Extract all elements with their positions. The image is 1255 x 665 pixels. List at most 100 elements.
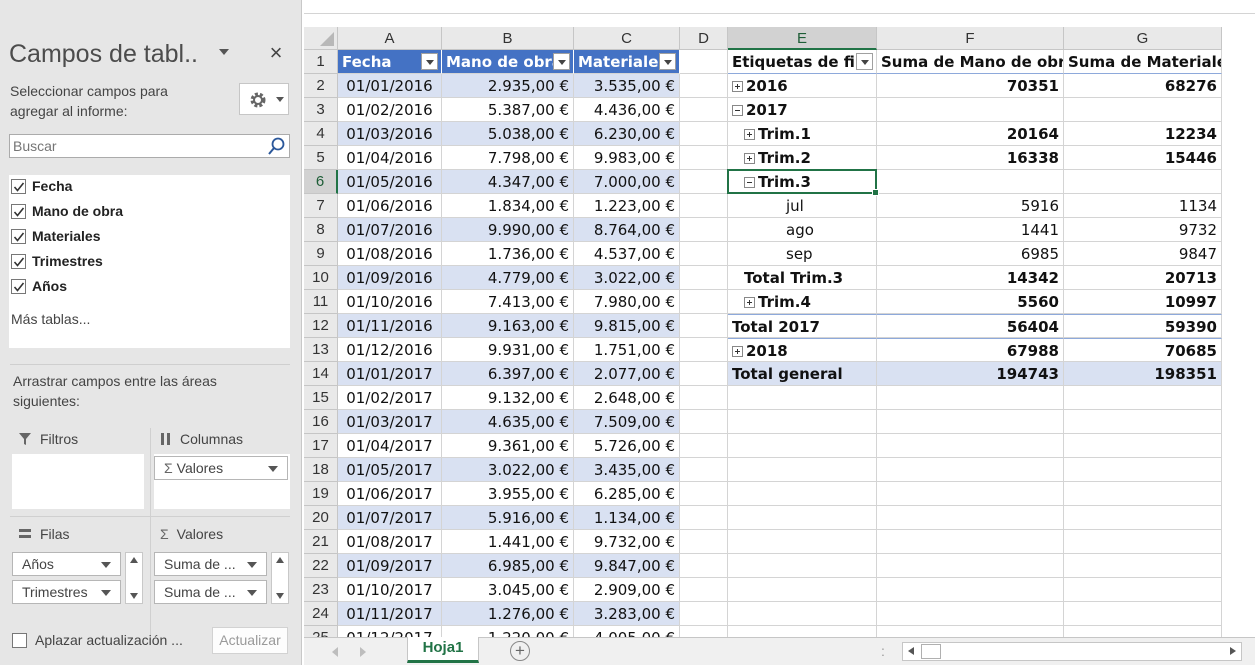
scroll-left-icon[interactable] — [332, 647, 338, 657]
cell[interactable] — [728, 626, 877, 637]
pivot-value-cell[interactable]: 56404 — [877, 314, 1064, 338]
pivot-value-header[interactable]: Suma de Materiales — [1064, 50, 1222, 74]
table-cell[interactable]: 4.436,00 € — [574, 98, 680, 122]
row-header-9[interactable]: 9 — [304, 242, 338, 266]
cell[interactable] — [680, 482, 728, 506]
filters-drop-area[interactable] — [12, 454, 144, 509]
chevron-down-icon[interactable] — [101, 562, 111, 568]
scroll-right-icon[interactable] — [1230, 647, 1236, 655]
table-cell[interactable]: 5.916,00 € — [442, 506, 574, 530]
column-header-d[interactable]: D — [680, 27, 728, 50]
field-fecha[interactable]: Fecha — [11, 175, 72, 197]
table-cell[interactable]: 2.648,00 € — [574, 386, 680, 410]
values-field-materiales[interactable]: Suma de ... — [154, 580, 267, 604]
table-cell[interactable]: 4.635,00 € — [442, 410, 574, 434]
table-cell[interactable]: 01/04/2016 — [338, 146, 442, 170]
row-header-17[interactable]: 17 — [304, 434, 338, 458]
pivot-value-cell[interactable]: 1441 — [877, 218, 1064, 242]
cell[interactable] — [680, 170, 728, 194]
add-sheet-icon[interactable]: + — [510, 641, 530, 661]
cell[interactable] — [1064, 578, 1222, 602]
cell[interactable] — [728, 554, 877, 578]
cell[interactable] — [680, 146, 728, 170]
table-cell[interactable]: 01/07/2017 — [338, 506, 442, 530]
pivot-value-cell[interactable] — [1064, 98, 1222, 122]
table-cell[interactable]: 3.283,00 € — [574, 602, 680, 626]
cell[interactable] — [728, 410, 877, 434]
table-cell[interactable]: 9.847,00 € — [574, 554, 680, 578]
table-cell[interactable]: 01/07/2016 — [338, 218, 442, 242]
cell[interactable] — [728, 434, 877, 458]
cell[interactable] — [877, 434, 1064, 458]
horizontal-scrollbar[interactable] — [902, 642, 1242, 661]
close-icon[interactable]: × — [266, 40, 286, 66]
collapse-minus-icon[interactable] — [732, 105, 743, 116]
row-header-21[interactable]: 21 — [304, 530, 338, 554]
cell[interactable] — [680, 554, 728, 578]
row-header-23[interactable]: 23 — [304, 578, 338, 602]
table-cell[interactable]: 4.005,00 € — [574, 626, 680, 637]
checkbox-checked-icon[interactable] — [11, 278, 26, 294]
table-cell[interactable]: 8.764,00 € — [574, 218, 680, 242]
pivot-value-cell[interactable]: 5560 — [877, 290, 1064, 314]
table-cell[interactable]: 2.909,00 € — [574, 578, 680, 602]
checkbox-checked-icon[interactable] — [11, 203, 26, 219]
rows-scrollbar[interactable] — [125, 552, 143, 604]
pivot-row-label[interactable]: sep — [728, 242, 877, 266]
pivot-row-label[interactable]: Trim.1 — [728, 122, 877, 146]
table-cell[interactable]: 5.038,00 € — [442, 122, 574, 146]
table-cell[interactable]: 9.990,00 € — [442, 218, 574, 242]
row-header-4[interactable]: 4 — [304, 122, 338, 146]
worksheet-grid[interactable]: A B C D E F G 1 2 3 4 5 6 7 8 9 10 11 12 13 14 15 16 17 18 19 20 21… — [304, 27, 1255, 637]
pivot-value-cell[interactable]: 70685 — [1064, 338, 1222, 362]
row-header-6[interactable]: 6 — [304, 170, 338, 194]
cell[interactable] — [680, 314, 728, 338]
cell[interactable] — [680, 434, 728, 458]
pivot-row-label[interactable]: jul — [728, 194, 877, 218]
table-header-cell[interactable]: Fecha — [338, 50, 442, 74]
row-header-24[interactable]: 24 — [304, 602, 338, 626]
cell[interactable] — [680, 98, 728, 122]
cell[interactable] — [680, 50, 728, 74]
row-header-19[interactable]: 19 — [304, 482, 338, 506]
row-header-11[interactable]: 11 — [304, 290, 338, 314]
expand-plus-icon[interactable] — [732, 346, 743, 357]
table-cell[interactable]: 4.347,00 € — [442, 170, 574, 194]
cell[interactable] — [877, 578, 1064, 602]
cell[interactable] — [728, 482, 877, 506]
table-cell[interactable]: 3.022,00 € — [574, 266, 680, 290]
pivot-value-cell[interactable]: 1134 — [1064, 194, 1222, 218]
pivot-row-label[interactable]: Trim.4 — [728, 290, 877, 314]
cell[interactable] — [1064, 554, 1222, 578]
expand-plus-icon[interactable] — [744, 129, 755, 140]
pivot-value-cell[interactable]: 68276 — [1064, 74, 1222, 98]
cell[interactable] — [1064, 386, 1222, 410]
table-cell[interactable]: 9.815,00 € — [574, 314, 680, 338]
table-cell[interactable]: 01/10/2016 — [338, 290, 442, 314]
table-cell[interactable]: 3.022,00 € — [442, 458, 574, 482]
pivot-value-cell[interactable]: 10997 — [1064, 290, 1222, 314]
chevron-down-icon[interactable] — [247, 562, 257, 568]
column-header-e[interactable]: E — [728, 27, 877, 50]
update-button[interactable]: Actualizar — [212, 627, 288, 654]
cell[interactable] — [680, 530, 728, 554]
field-anos[interactable]: Años — [11, 275, 67, 297]
table-cell[interactable]: 9.983,00 € — [574, 146, 680, 170]
table-cell[interactable]: 01/12/2016 — [338, 338, 442, 362]
table-cell[interactable]: 7.000,00 € — [574, 170, 680, 194]
tools-button[interactable] — [239, 83, 289, 115]
pivot-value-cell[interactable]: 59390 — [1064, 314, 1222, 338]
cell[interactable] — [1064, 482, 1222, 506]
pivot-value-cell[interactable]: 5916 — [877, 194, 1064, 218]
column-header-f[interactable]: F — [877, 27, 1064, 50]
cell[interactable] — [680, 386, 728, 410]
table-cell[interactable]: 1.134,00 € — [574, 506, 680, 530]
checkbox-checked-icon[interactable] — [11, 178, 26, 194]
chevron-down-icon[interactable] — [268, 466, 278, 472]
checkbox-checked-icon[interactable] — [11, 253, 26, 269]
cell[interactable] — [728, 386, 877, 410]
table-cell[interactable]: 6.230,00 € — [574, 122, 680, 146]
pivot-value-cell[interactable]: 20164 — [877, 122, 1064, 146]
table-cell[interactable]: 01/10/2017 — [338, 578, 442, 602]
table-cell[interactable]: 2.077,00 € — [574, 362, 680, 386]
